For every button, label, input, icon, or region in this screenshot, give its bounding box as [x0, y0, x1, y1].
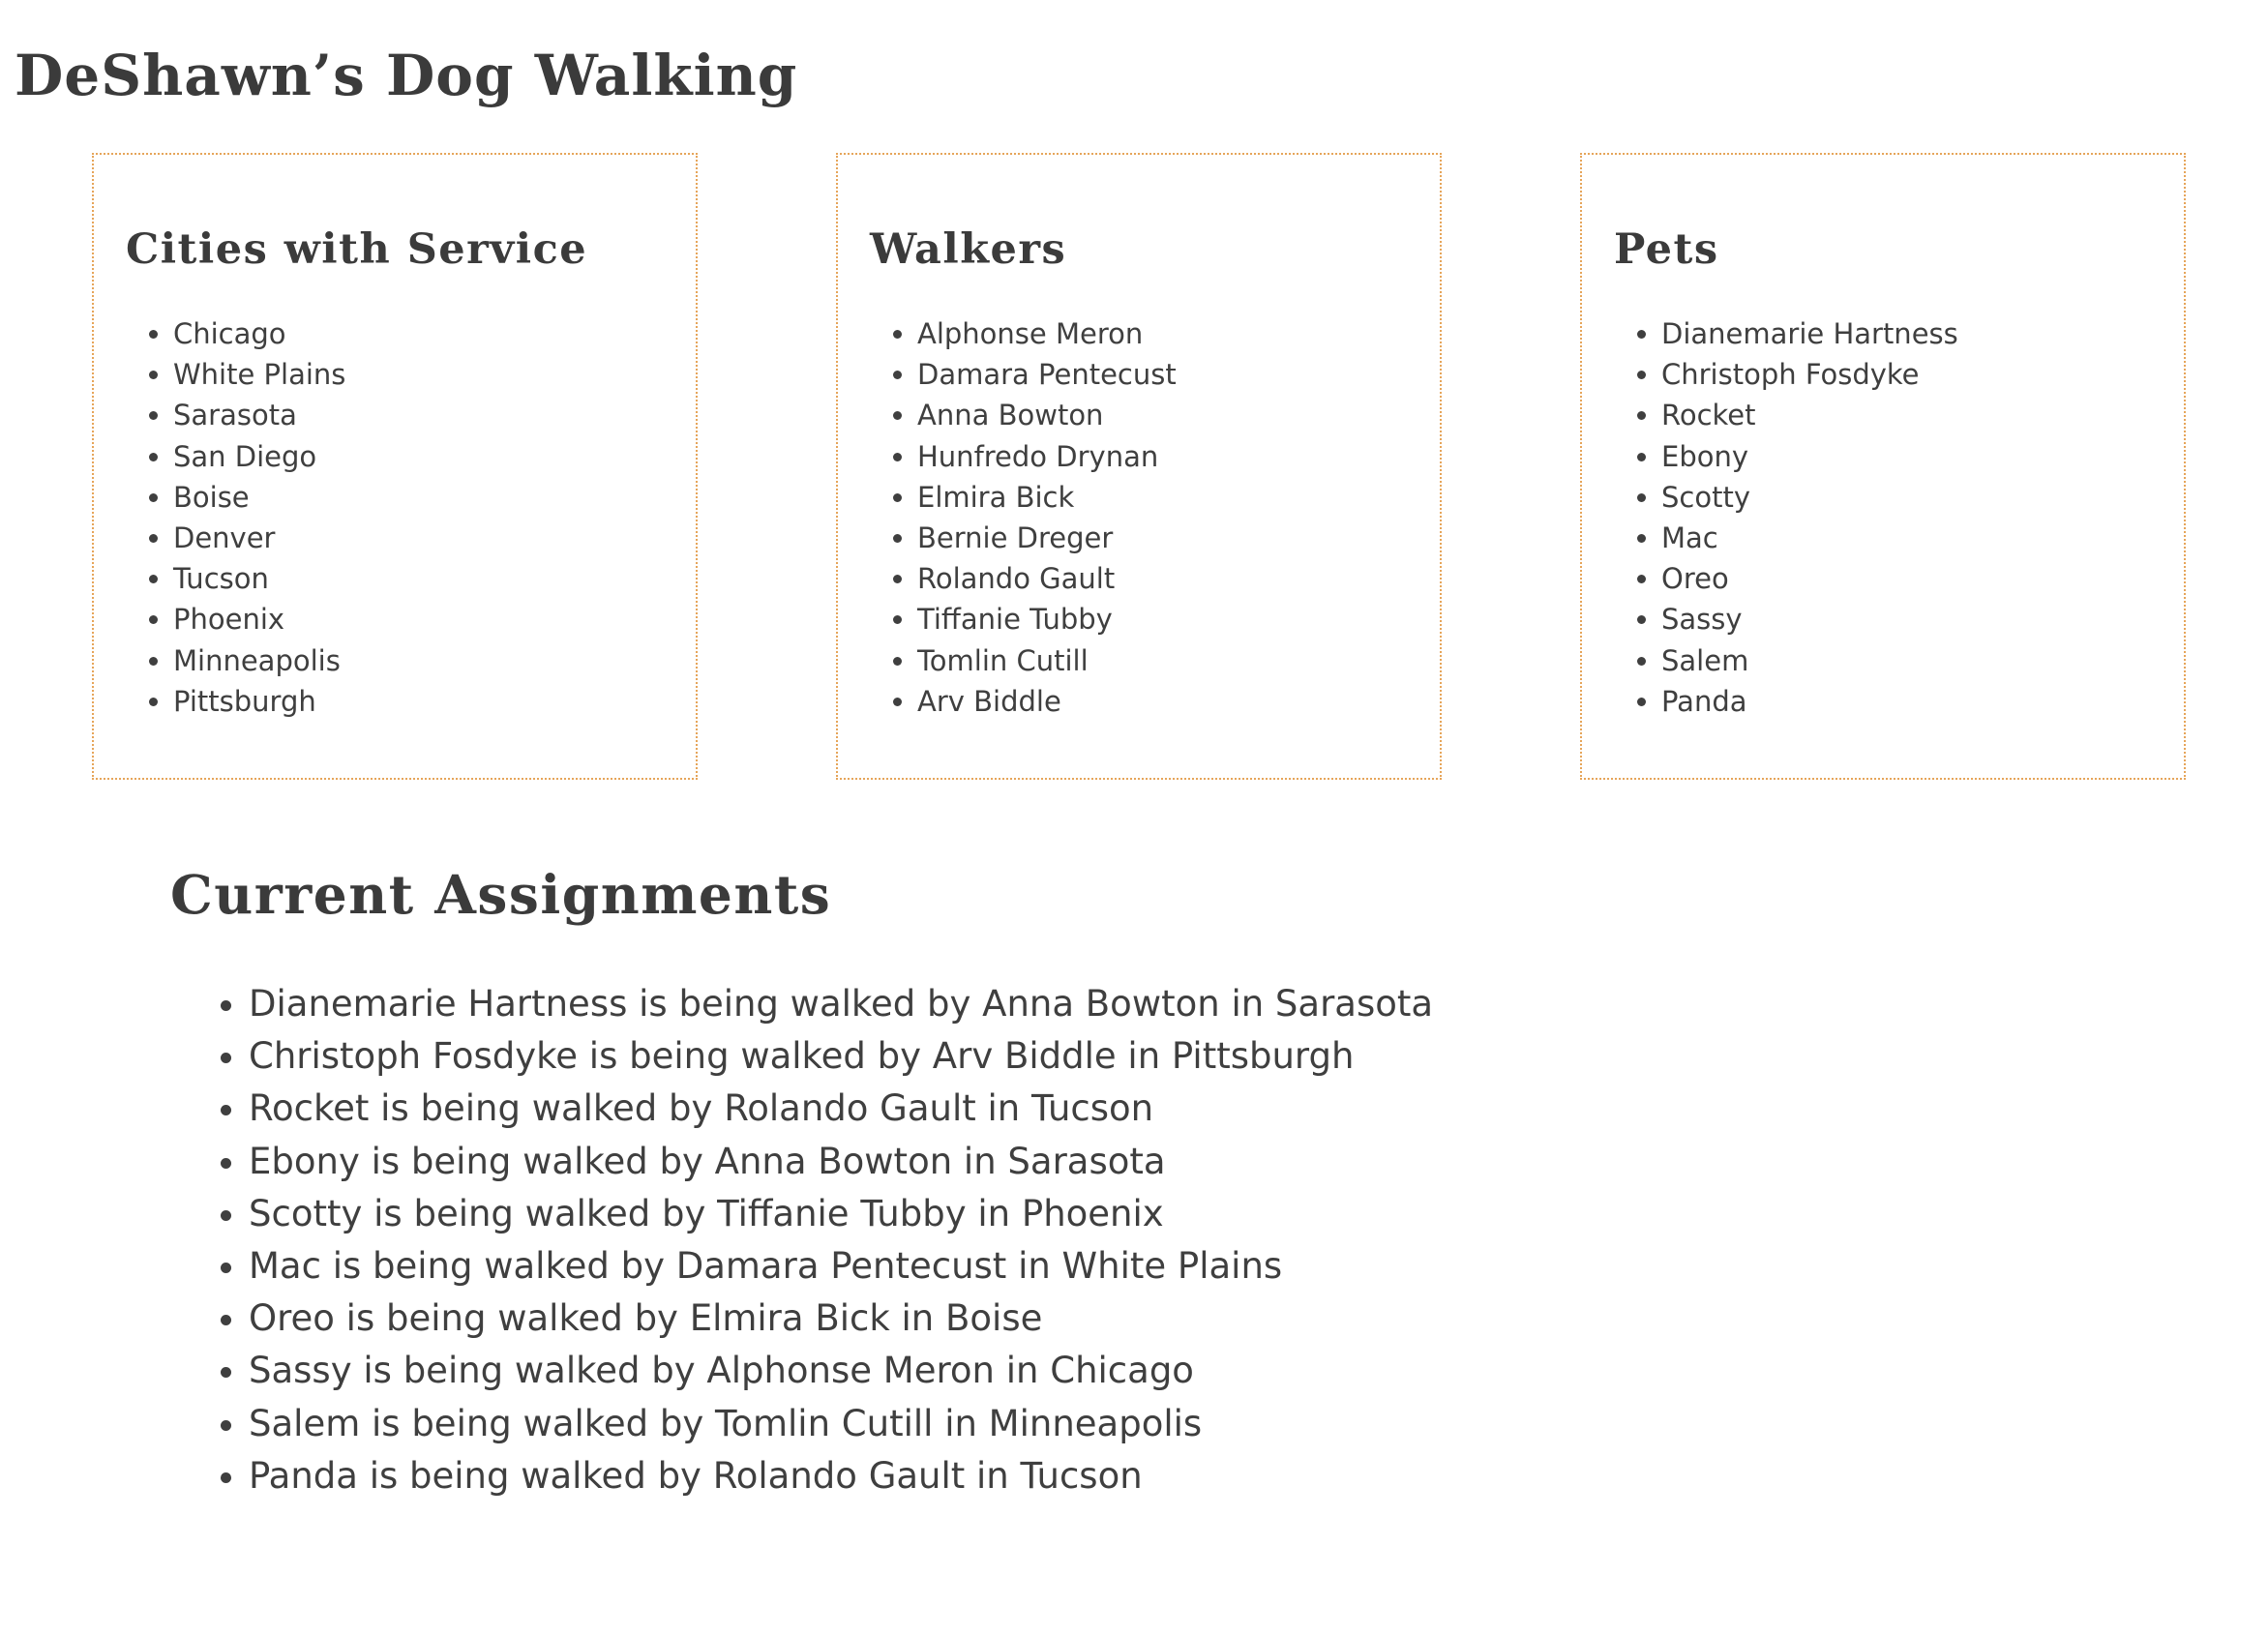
walker-item: Bernie Dreger	[917, 518, 1177, 558]
assignment-item: Sassy is being walked by Alphonse Meron …	[249, 1345, 1433, 1397]
walker-item: Rolando Gault	[917, 558, 1177, 599]
city-item: White Plains	[173, 354, 345, 395]
assignment-item: Rocket is being walked by Rolando Gault …	[249, 1083, 1433, 1135]
assignment-item: Dianemarie Hartness is being walked by A…	[249, 978, 1433, 1030]
pet-item: Oreo	[1661, 558, 1958, 599]
walker-item: Anna Bowton	[917, 395, 1177, 435]
assignment-item: Salem is being walked by Tomlin Cutill i…	[249, 1398, 1433, 1450]
walker-item: Damara Pentecust	[917, 354, 1177, 395]
assignment-item: Christoph Fosdyke is being walked by Arv…	[249, 1030, 1433, 1083]
assignment-item: Panda is being walked by Rolando Gault i…	[249, 1450, 1433, 1502]
city-item: Pittsburgh	[173, 681, 345, 722]
pets-list: Dianemarie Hartness Christoph Fosdyke Ro…	[1661, 313, 1958, 722]
assignment-item: Ebony is being walked by Anna Bowton in …	[249, 1136, 1433, 1188]
pet-item: Mac	[1661, 518, 1958, 558]
walker-item: Hunfredo Drynan	[917, 436, 1177, 477]
pet-item: Sassy	[1661, 599, 1958, 639]
walker-item: Alphonse Meron	[917, 313, 1177, 354]
cities-list: Chicago White Plains Sarasota San Diego …	[173, 313, 345, 722]
walkers-heading: Walkers	[870, 225, 1067, 274]
city-item: Chicago	[173, 313, 345, 354]
walker-item: Tiffanie Tubby	[917, 599, 1177, 639]
pets-heading: Pets	[1614, 225, 1719, 274]
assignment-item: Oreo is being walked by Elmira Bick in B…	[249, 1293, 1433, 1345]
walker-item: Tomlin Cutill	[917, 640, 1177, 681]
pet-item: Scotty	[1661, 477, 1958, 518]
pet-item: Ebony	[1661, 436, 1958, 477]
cities-panel: Cities with Service Chicago White Plains…	[92, 153, 698, 780]
assignment-item: Scotty is being walked by Tiffanie Tubby…	[249, 1188, 1433, 1240]
assignment-item: Mac is being walked by Damara Pentecust …	[249, 1240, 1433, 1293]
pets-panel: Pets Dianemarie Hartness Christoph Fosdy…	[1580, 153, 2186, 780]
pet-item: Dianemarie Hartness	[1661, 313, 1958, 354]
walkers-list: Alphonse Meron Damara Pentecust Anna Bow…	[917, 313, 1177, 722]
city-item: Tucson	[173, 558, 345, 599]
pet-item: Panda	[1661, 681, 1958, 722]
pet-item: Salem	[1661, 640, 1958, 681]
walkers-panel: Walkers Alphonse Meron Damara Pentecust …	[836, 153, 1442, 780]
walker-item: Elmira Bick	[917, 477, 1177, 518]
pet-item: Rocket	[1661, 395, 1958, 435]
pet-item: Christoph Fosdyke	[1661, 354, 1958, 395]
assignments-list: Dianemarie Hartness is being walked by A…	[249, 978, 1433, 1502]
city-item: Phoenix	[173, 599, 345, 639]
assignments-heading: Current Assignments	[170, 863, 832, 926]
walker-item: Arv Biddle	[917, 681, 1177, 722]
city-item: Sarasota	[173, 395, 345, 435]
city-item: Minneapolis	[173, 640, 345, 681]
cities-heading: Cities with Service	[126, 225, 588, 274]
city-item: San Diego	[173, 436, 345, 477]
city-item: Boise	[173, 477, 345, 518]
city-item: Denver	[173, 518, 345, 558]
site-title: DeShawn’s Dog Walking	[15, 43, 798, 108]
